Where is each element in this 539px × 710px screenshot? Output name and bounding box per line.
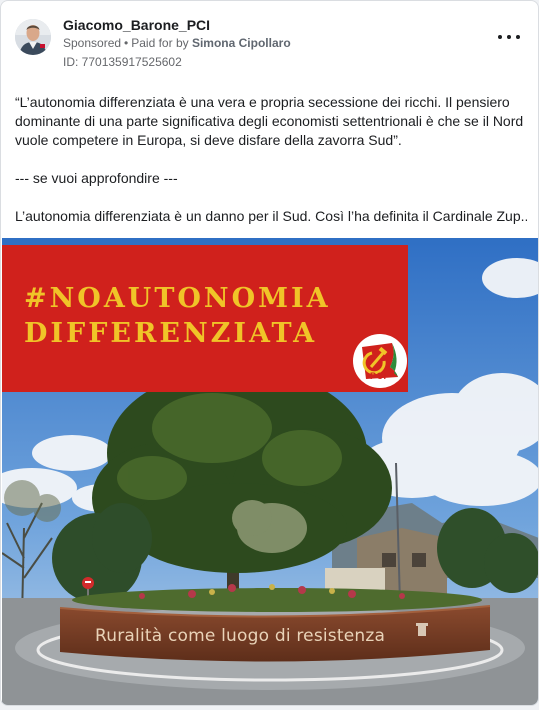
- page-name[interactable]: Giacomo_Barone_PCI: [63, 17, 210, 33]
- post-header: Giacomo_Barone_PCI Sponsored • Paid for by…: [1, 1, 538, 77]
- more-horizontal-icon-dot: [516, 35, 520, 39]
- pci-logo: PCI: [352, 333, 408, 389]
- avatar-photo: [15, 19, 51, 55]
- sponsored-line: Sponsored • Paid for by Simona Cipollaro: [63, 36, 291, 50]
- ad-card: Giacomo_Barone_PCI Sponsored • Paid for by…: [0, 0, 539, 706]
- post-paragraph: --- se vuoi approfondire ---: [15, 170, 178, 186]
- banner-subtitle: DIFFERENZIATA: [24, 318, 318, 349]
- sponsored-label: Sponsored: [63, 36, 122, 50]
- post-paragraph: “L’autonomia differenziata è una vera e …: [15, 94, 524, 148]
- post-paragraph-truncated[interactable]: L’autonomia differenziata è un danno per…: [15, 207, 527, 226]
- ad-image[interactable]: #NOAUTONOMIA DIFFERENZIATA PCI Ruralità …: [2, 238, 538, 705]
- funder-name[interactable]: Simona Cipollaro: [192, 36, 291, 50]
- banner-hashtag: #NOAUTONOMIA: [24, 283, 331, 314]
- ad-id: ID: 770135917525602: [63, 55, 182, 69]
- wall-inscription: Ruralità come luogo di resistenza: [95, 626, 386, 646]
- logo-text: PCI: [370, 371, 387, 381]
- more-horizontal-icon-dot: [507, 35, 511, 39]
- paid-for-label: Paid for by: [131, 36, 189, 50]
- post-text: “L’autonomia differenziata è una vera e …: [15, 93, 527, 245]
- more-horizontal-icon: [498, 35, 502, 39]
- more-options-button[interactable]: [498, 29, 520, 45]
- page-avatar[interactable]: [15, 19, 51, 55]
- meta-separator: •: [124, 36, 129, 50]
